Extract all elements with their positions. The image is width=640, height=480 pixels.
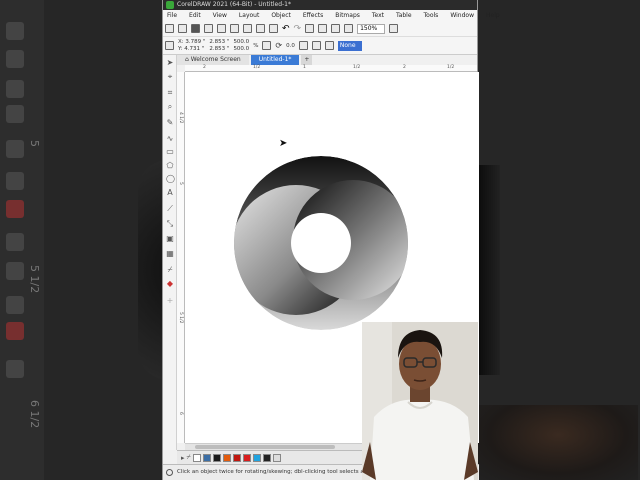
search-content-icon[interactable] [305, 24, 315, 33]
percent-label: % [253, 42, 259, 49]
y-position-field[interactable]: 4.731 " [184, 46, 204, 52]
redo-icon[interactable]: ↷ [294, 24, 302, 34]
menu-table[interactable]: Table [396, 12, 412, 19]
drop-shadow-icon[interactable]: ▣ [166, 235, 174, 243]
vertical-ruler: 4 1/2 5 5 1/2 6 [177, 72, 185, 443]
tab-welcome-screen[interactable]: ⌂ Welcome Screen [177, 55, 249, 65]
upload-icon[interactable] [217, 24, 226, 33]
toolbox: ➤ ⌖ ⌗ ⌕ ✎ ∿ ▭ ⬠ ◯ A ⟋ ⤡ ▣ ▦ ⌿ ◆ + [163, 55, 177, 450]
scrollbar-thumb[interactable] [195, 445, 335, 449]
connector-tool-icon[interactable]: ⤡ [166, 220, 174, 228]
height-field[interactable]: 2.853 " [209, 46, 229, 53]
rectangle-tool-icon[interactable]: ▭ [166, 148, 174, 156]
polygon-tool-icon[interactable]: ⬠ [166, 162, 174, 170]
eyedropper-icon[interactable]: ⌿ [166, 266, 174, 274]
cloud-icon[interactable] [204, 24, 213, 33]
new-tab-button[interactable]: + [301, 55, 313, 65]
scale-height-field[interactable]: 500.0 [233, 46, 249, 53]
menu-edit[interactable]: Edit [189, 12, 201, 19]
mouse-cursor-icon: ➤ [279, 138, 288, 149]
scale-width-field[interactable]: 500.0 [233, 39, 249, 46]
zoom-level-select[interactable]: 150% [357, 23, 386, 34]
cut-icon[interactable] [243, 24, 252, 33]
undo-icon[interactable]: ↶ [282, 24, 290, 34]
menu-tools[interactable]: Tools [424, 12, 439, 19]
fill-select[interactable]: None [337, 40, 362, 51]
standard-toolbar: ↶ ↷ 150% [163, 21, 477, 37]
eyedropper-small-icon[interactable]: ⌿ [187, 453, 191, 462]
webcam-overlay [362, 322, 478, 480]
freehand-tool-icon[interactable]: ✎ [166, 119, 174, 127]
add-tool-icon[interactable]: + [166, 297, 174, 305]
window-title: CorelDRAW 2021 (64-Bit) - Untitled-1* [177, 1, 291, 8]
swatch-dark-red[interactable] [232, 453, 241, 462]
menu-file[interactable]: File [167, 12, 177, 19]
interactive-fill-icon[interactable]: ◆ [166, 280, 174, 288]
swatch-blue[interactable] [202, 453, 211, 462]
size-fields: 2.853 " 2.853 " [209, 39, 229, 53]
save-icon[interactable] [191, 24, 200, 33]
parallel-dimension-icon[interactable]: ⟋ [166, 205, 174, 213]
open-folder-icon[interactable] [178, 24, 187, 33]
full-screen-icon[interactable] [389, 24, 399, 33]
page-size-icon[interactable] [165, 41, 174, 50]
menu-bar: File Edit View Layout Object Effects Bit… [163, 10, 500, 21]
swatch-cyan[interactable] [252, 453, 261, 462]
lock-ratio-icon[interactable] [262, 41, 272, 50]
menu-object[interactable]: Object [271, 12, 291, 19]
text-tool-icon[interactable]: A [166, 189, 174, 197]
x-position-field[interactable]: 3.789 " [185, 39, 205, 45]
swatch-dark-gray[interactable] [262, 453, 271, 462]
menu-layout[interactable]: Layout [239, 12, 259, 19]
rotate-icon: ⟳ [275, 41, 283, 50]
new-document-icon[interactable] [165, 24, 174, 33]
swatch-white[interactable] [192, 453, 201, 462]
swatch-red[interactable] [242, 453, 251, 462]
import-icon[interactable] [318, 24, 328, 33]
rotation-angle-field[interactable]: 0.0 [286, 43, 295, 49]
zoom-tool-icon[interactable]: ⌕ [166, 103, 174, 111]
menu-bitmaps[interactable]: Bitmaps [335, 12, 360, 19]
status-text: Click an object twice for rotating/skewi… [177, 469, 391, 475]
background-blur-right [478, 0, 640, 480]
print-icon[interactable] [230, 24, 239, 33]
menu-help[interactable]: Help [486, 12, 500, 19]
document-tabs: ⌂ Welcome Screen Untitled-1* + [177, 55, 477, 65]
horizontal-ruler: 2 1/2 1 1/2 2 1/2 [185, 65, 477, 72]
background-blur-left: 5 5 1/2 6 1/2 [0, 0, 198, 480]
swatch-light-gray[interactable] [272, 453, 281, 462]
transparency-icon[interactable]: ▦ [166, 250, 174, 258]
tab-untitled-1[interactable]: Untitled-1* [250, 55, 300, 65]
coreldraw-logo-icon [166, 1, 174, 9]
pick-tool-icon[interactable]: ➤ [166, 59, 174, 67]
ellipse-tool-icon[interactable]: ◯ [166, 175, 175, 183]
pen-icon[interactable] [324, 41, 334, 50]
crop-tool-icon[interactable]: ⌗ [166, 89, 174, 97]
title-bar: CorelDRAW 2021 (64-Bit) - Untitled-1* [163, 0, 477, 10]
position-fields: X: 3.789 " Y: 4.731 " [178, 38, 206, 52]
presenter-video [362, 322, 478, 480]
scale-fields: 500.0 500.0 [233, 39, 249, 53]
export-icon[interactable] [331, 24, 341, 33]
width-field[interactable]: 2.853 " [209, 39, 229, 46]
copy-icon[interactable] [256, 24, 265, 33]
menu-window[interactable]: Window [450, 12, 474, 19]
swatch-orange[interactable] [222, 453, 231, 462]
swatch-black[interactable] [212, 453, 221, 462]
paste-icon[interactable] [269, 24, 278, 33]
palette-menu-icon[interactable]: ▸ [181, 454, 185, 462]
menu-view[interactable]: View [213, 12, 227, 19]
shape-tool-icon[interactable]: ⌖ [166, 73, 174, 81]
pdf-icon[interactable] [344, 24, 354, 33]
menu-effects[interactable]: Effects [303, 12, 323, 19]
artistic-media-icon[interactable]: ∿ [166, 135, 174, 143]
gear-icon[interactable] [166, 469, 173, 476]
menu-text[interactable]: Text [372, 12, 384, 19]
screen: 5 5 1/2 6 1/2 CorelDRAW 2021 (64-Bit) - … [0, 0, 640, 480]
property-bar: X: 3.789 " Y: 4.731 " 2.853 " 2.853 " 50… [163, 37, 477, 55]
arrange-icon[interactable] [311, 41, 321, 50]
mirror-icon[interactable] [298, 41, 308, 50]
